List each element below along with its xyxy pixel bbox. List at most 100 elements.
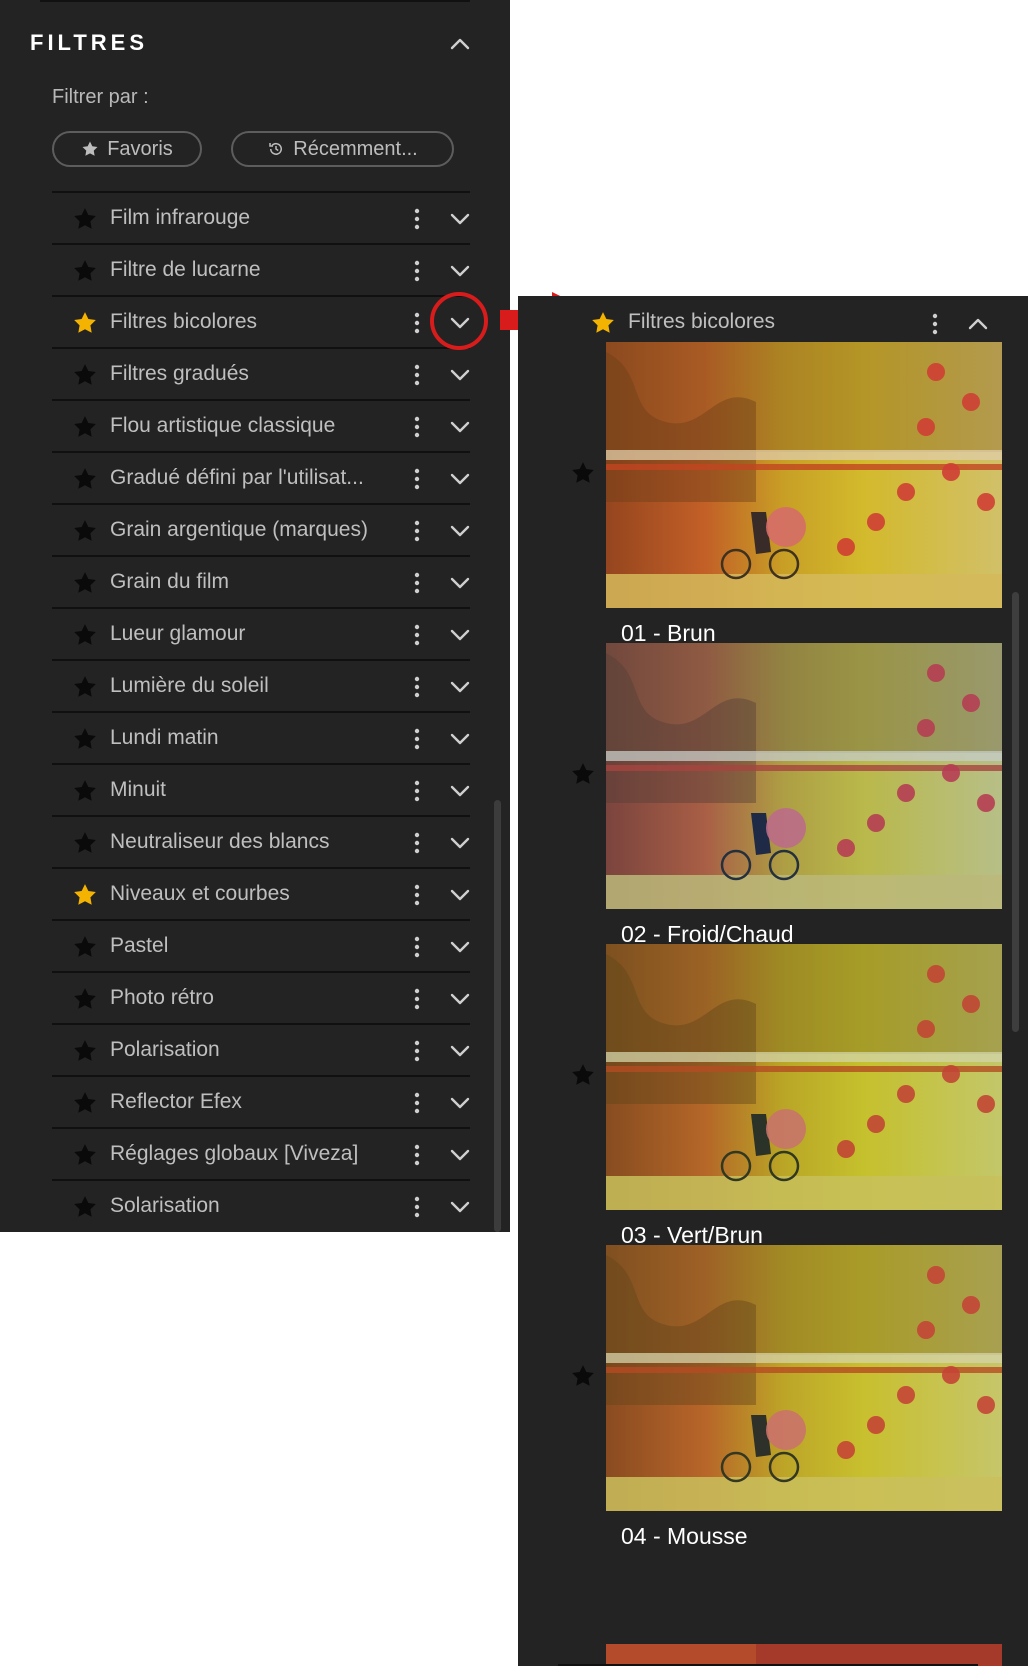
filter-item[interactable]: Réglages globaux [Viveza] [52, 1127, 470, 1179]
filter-item[interactable]: Film infrarouge [52, 191, 470, 243]
more-vertical-icon[interactable] [412, 935, 422, 959]
star-icon[interactable] [72, 518, 98, 544]
star-icon[interactable] [72, 258, 98, 284]
filter-item[interactable]: Lumière du soleil [52, 659, 470, 711]
star-icon[interactable] [72, 1194, 98, 1220]
chevron-down-icon[interactable] [448, 1143, 472, 1167]
star-icon[interactable] [72, 778, 98, 804]
star-icon[interactable] [72, 362, 98, 388]
filter-item[interactable]: Filtre de lucarne [52, 243, 470, 295]
star-icon[interactable] [72, 986, 98, 1012]
filter-item[interactable]: Lueur glamour [52, 607, 470, 659]
star-icon[interactable] [72, 206, 98, 232]
star-icon[interactable] [570, 1062, 596, 1088]
more-vertical-icon[interactable] [412, 675, 422, 699]
more-vertical-icon[interactable] [412, 831, 422, 855]
more-vertical-icon[interactable] [930, 312, 940, 336]
chevron-down-icon[interactable] [448, 1195, 472, 1219]
star-icon[interactable] [72, 622, 98, 648]
more-vertical-icon[interactable] [412, 311, 422, 335]
more-vertical-icon[interactable] [412, 1039, 422, 1063]
filter-item[interactable]: Grain du film [52, 555, 470, 607]
chevron-down-icon[interactable] [448, 727, 472, 751]
filter-item[interactable]: Minuit [52, 763, 470, 815]
more-vertical-icon[interactable] [412, 467, 422, 491]
chevron-down-icon[interactable] [448, 571, 472, 595]
more-vertical-icon[interactable] [412, 1143, 422, 1167]
more-vertical-icon[interactable] [412, 415, 422, 439]
filter-item[interactable]: Neutraliseur des blancs [52, 815, 470, 867]
filter-item[interactable]: Photo rétro [52, 971, 470, 1023]
star-icon[interactable] [570, 1363, 596, 1389]
chevron-up-icon[interactable] [966, 312, 990, 336]
more-vertical-icon[interactable] [412, 363, 422, 387]
preset-item[interactable]: 02 - Froid/Chaud [518, 643, 1028, 963]
filter-item[interactable]: Grain argentique (marques) [52, 503, 470, 555]
more-vertical-icon[interactable] [412, 571, 422, 595]
star-icon[interactable] [72, 1142, 98, 1168]
more-vertical-icon[interactable] [412, 259, 422, 283]
more-vertical-icon[interactable] [412, 207, 422, 231]
preset-thumbnail[interactable] [606, 944, 1002, 1210]
more-vertical-icon[interactable] [412, 623, 422, 647]
more-vertical-icon[interactable] [412, 883, 422, 907]
filter-item[interactable]: Gradué défini par l'utilisat... [52, 451, 470, 503]
star-icon[interactable] [72, 1038, 98, 1064]
preset-thumbnail-partial[interactable] [606, 1644, 1002, 1666]
preset-thumbnail[interactable] [606, 643, 1002, 909]
filter-item[interactable]: Reflector Efex [52, 1075, 470, 1127]
star-icon[interactable] [570, 761, 596, 787]
star-icon[interactable] [72, 310, 98, 336]
chevron-down-icon[interactable] [448, 467, 472, 491]
star-icon[interactable] [72, 830, 98, 856]
filter-item[interactable]: Polarisation [52, 1023, 470, 1075]
scrollbar[interactable] [1012, 592, 1019, 1032]
chevron-down-icon[interactable] [448, 935, 472, 959]
preset-thumbnail[interactable] [606, 1245, 1002, 1511]
preset-thumbnail[interactable] [606, 342, 1002, 608]
star-icon[interactable] [570, 460, 596, 486]
chevron-down-icon[interactable] [448, 363, 472, 387]
star-icon[interactable] [72, 934, 98, 960]
star-icon[interactable] [72, 1090, 98, 1116]
star-icon[interactable] [590, 310, 616, 336]
more-vertical-icon[interactable] [412, 987, 422, 1011]
filter-item[interactable]: Filtres gradués [52, 347, 470, 399]
more-vertical-icon[interactable] [412, 727, 422, 751]
chevron-down-icon[interactable] [448, 675, 472, 699]
chevron-down-icon[interactable] [448, 831, 472, 855]
filter-item[interactable]: Niveaux et courbes [52, 867, 470, 919]
more-vertical-icon[interactable] [412, 1195, 422, 1219]
more-vertical-icon[interactable] [412, 1091, 422, 1115]
chevron-down-icon[interactable] [448, 519, 472, 543]
more-vertical-icon[interactable] [412, 519, 422, 543]
recent-chip[interactable]: Récemment... [231, 131, 454, 167]
collapse-chevron-up-icon[interactable] [448, 32, 472, 56]
filter-item[interactable]: Solarisation [52, 1179, 470, 1231]
chevron-down-icon[interactable] [448, 623, 472, 647]
star-icon[interactable] [72, 726, 98, 752]
chevron-down-icon[interactable] [448, 1091, 472, 1115]
more-vertical-icon[interactable] [412, 779, 422, 803]
preset-item[interactable]: 01 - Brun [518, 342, 1028, 662]
chevron-down-icon[interactable] [448, 1039, 472, 1063]
filter-item[interactable]: Lundi matin [52, 711, 470, 763]
chevron-down-icon[interactable] [448, 259, 472, 283]
star-icon[interactable] [72, 570, 98, 596]
scrollbar[interactable] [494, 800, 501, 1232]
preset-item[interactable]: 04 - Mousse [518, 1245, 1028, 1565]
star-icon[interactable] [72, 882, 98, 908]
filter-item[interactable]: Filtres bicolores [52, 295, 470, 347]
chevron-down-icon[interactable] [448, 415, 472, 439]
expanded-filter-title[interactable]: Filtres bicolores [628, 310, 775, 334]
preset-item[interactable]: 03 - Vert/Brun [518, 944, 1028, 1264]
star-icon[interactable] [72, 674, 98, 700]
filter-item[interactable]: Flou artistique classique [52, 399, 470, 451]
chevron-down-icon[interactable] [448, 779, 472, 803]
chevron-down-icon[interactable] [448, 987, 472, 1011]
favorites-chip[interactable]: Favoris [52, 131, 202, 167]
star-icon[interactable] [72, 414, 98, 440]
chevron-down-icon[interactable] [448, 883, 472, 907]
filter-item[interactable]: Pastel [52, 919, 470, 971]
chevron-down-icon[interactable] [448, 207, 472, 231]
